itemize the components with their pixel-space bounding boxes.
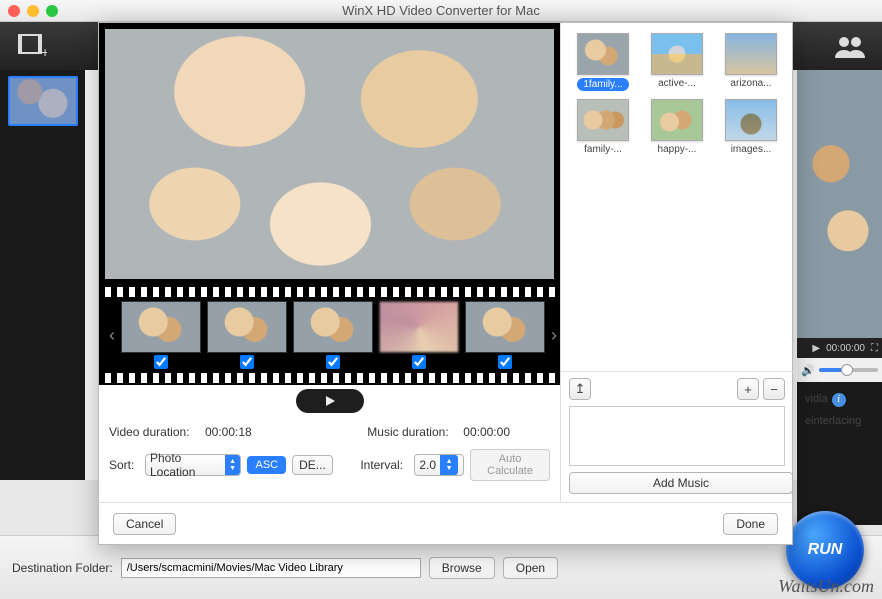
slideshow-editor-modal: ‹ › Video duration: 00:00:18 M [98, 22, 793, 545]
filmstrip-next-button[interactable]: › [551, 325, 557, 346]
opt-deint-label: einterlacing [805, 415, 861, 427]
source-sidebar [0, 70, 85, 480]
filmstrip: ‹ › [99, 285, 560, 385]
play-icon[interactable]: ▶ [812, 343, 820, 354]
photo-thumbnail[interactable]: family-... [571, 99, 635, 155]
svg-text:+: + [41, 44, 47, 59]
open-button[interactable]: Open [503, 557, 558, 579]
filmstrip-item[interactable] [379, 301, 459, 369]
zoom-window-button[interactable] [46, 5, 58, 17]
photo-thumbnail[interactable]: images... [719, 99, 783, 155]
minimize-window-button[interactable] [27, 5, 39, 17]
volume-icon[interactable]: 🔊 [801, 364, 815, 377]
info-icon[interactable]: i [832, 393, 846, 407]
add-photo-button[interactable]: + [737, 378, 759, 400]
filmstrip-item[interactable] [465, 301, 545, 369]
photo-thumbnails-grid: 1family...active-...arizona... family-...… [561, 23, 793, 165]
add-music-button[interactable]: Add Music [569, 472, 793, 494]
source-item[interactable] [8, 76, 78, 126]
done-button[interactable]: Done [723, 513, 778, 535]
destination-label: Destination Folder: [12, 561, 113, 575]
filmstrip-item[interactable] [121, 301, 201, 369]
browse-button[interactable]: Browse [429, 557, 495, 579]
photo-thumbnail[interactable]: arizona... [719, 33, 783, 91]
watermark-text: WaitsUn.com [778, 576, 874, 597]
photo-thumbnail[interactable]: 1family... [571, 33, 635, 91]
slideshow-preview [99, 23, 560, 285]
fullscreen-icon[interactable]: ⛶ [871, 343, 878, 354]
desc-button[interactable]: DE... [292, 455, 333, 475]
music-duration-value: 00:00:00 [463, 425, 510, 439]
asc-button[interactable]: ASC [247, 456, 286, 474]
filmstrip-item[interactable] [293, 301, 373, 369]
close-window-button[interactable] [8, 5, 20, 17]
interval-label: Interval: [360, 458, 408, 472]
window-title: WinX HD Video Converter for Mac [342, 3, 540, 18]
opt-vidia-label: vidia [805, 393, 828, 405]
auto-calculate-button[interactable]: Auto Calculate [470, 449, 550, 481]
cancel-button[interactable]: Cancel [113, 513, 176, 535]
filmstrip-checkbox[interactable] [240, 355, 254, 369]
video-duration-value: 00:00:18 [205, 425, 252, 439]
sort-label: Sort: [109, 458, 139, 472]
filmstrip-prev-button[interactable]: ‹ [109, 325, 115, 346]
play-button[interactable] [296, 389, 364, 413]
music-duration-label: Music duration: [367, 425, 457, 439]
filmstrip-checkbox[interactable] [412, 355, 426, 369]
add-video-icon[interactable]: + [8, 28, 56, 64]
timeline-time: 00:00:00 [826, 343, 865, 354]
filmstrip-checkbox[interactable] [498, 355, 512, 369]
background-preview-panel: ▶ 00:00:00 ⛶ 🔊 vidiai einterlacing [797, 70, 882, 525]
filmstrip-checkbox[interactable] [154, 355, 168, 369]
destination-input[interactable] [121, 558, 421, 578]
filmstrip-item[interactable] [207, 301, 287, 369]
window-titlebar: WinX HD Video Converter for Mac [0, 0, 882, 22]
remove-photo-button[interactable]: − [763, 378, 785, 400]
upload-icon[interactable]: ↥ [569, 378, 591, 400]
music-list[interactable] [569, 406, 785, 466]
photo-thumbnail[interactable]: active-... [645, 33, 709, 91]
video-duration-label: Video duration: [109, 425, 199, 439]
volume-slider[interactable] [819, 368, 878, 372]
photo-thumbnail[interactable]: happy-... [645, 99, 709, 155]
preview-image [797, 70, 882, 338]
interval-select[interactable]: 2.0▲▼ [414, 454, 464, 476]
filmstrip-checkbox[interactable] [326, 355, 340, 369]
sort-select[interactable]: Photo Location▲▼ [145, 454, 241, 476]
people-icon[interactable] [826, 28, 874, 64]
